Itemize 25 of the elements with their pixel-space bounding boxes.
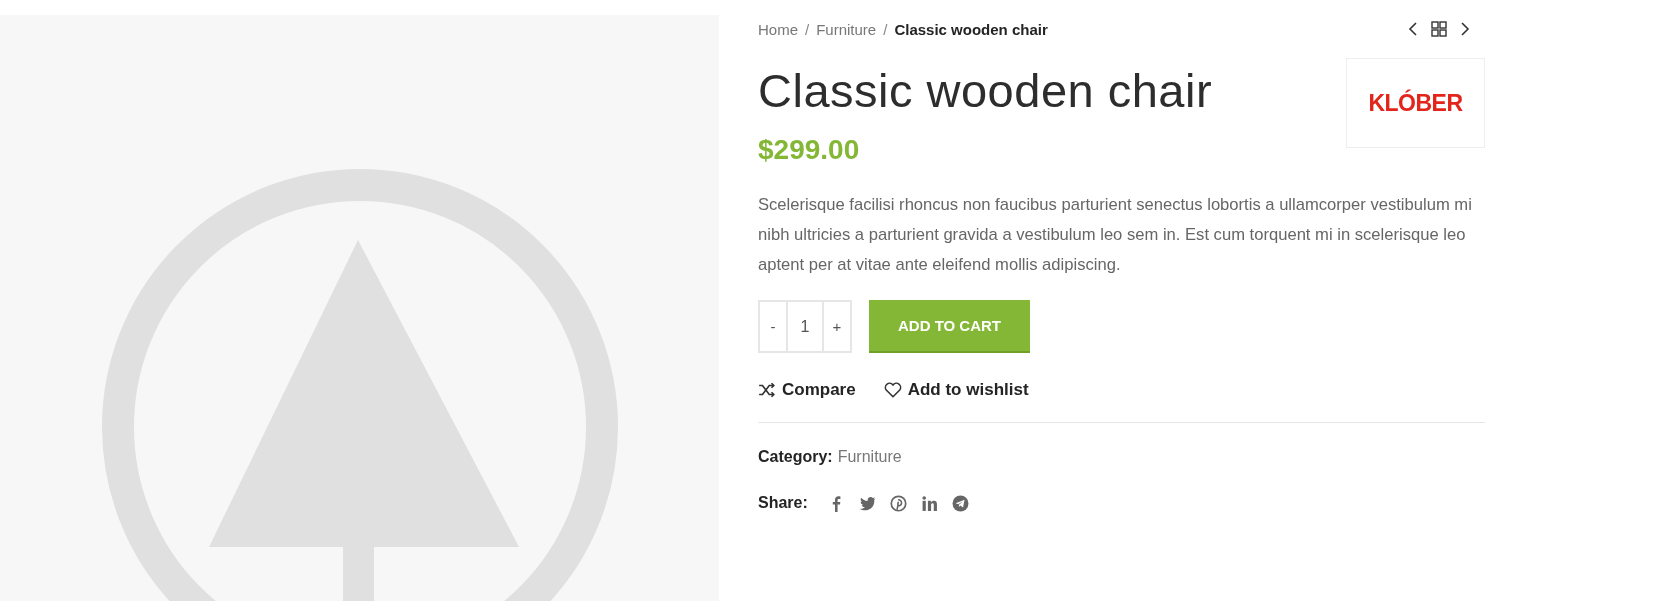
breadcrumb-separator: /: [883, 20, 888, 38]
breadcrumb-link[interactable]: Home: [758, 20, 798, 38]
wishlist-link[interactable]: Add to wishlist: [883, 380, 1029, 400]
grid-icon[interactable]: [1431, 21, 1447, 37]
decrease-button[interactable]: -: [758, 300, 788, 353]
brand-name: KLÓBER: [1368, 89, 1463, 117]
quantity-field[interactable]: 1: [788, 300, 822, 353]
category-link[interactable]: Furniture: [837, 448, 902, 466]
category-label: Category:: [758, 448, 833, 466]
shuffle-icon: [758, 381, 776, 399]
brand-logo[interactable]: KLÓBER: [1346, 58, 1485, 148]
telegram-icon[interactable]: [951, 494, 969, 512]
increase-button[interactable]: +: [822, 300, 852, 353]
share-label: Share:: [758, 494, 808, 512]
product-title: Classic wooden chair: [758, 63, 1213, 119]
breadcrumb-link[interactable]: Furniture: [816, 20, 877, 38]
heart-icon: [883, 381, 902, 399]
breadcrumb-separator: /: [805, 20, 810, 38]
compare-link[interactable]: Compare: [758, 380, 856, 400]
product-description: Scelerisque facilisi rhoncus non faucibus parturient senectus lobortis a ullamcorper vestibulum mi nibh ultricies a parturient gravida a vestibulum leo sem in. Est cum torquent mi in scelerisque leo aptent per at vitae ante eleifend mollis adipiscing.: [758, 194, 1473, 276]
pinterest-icon[interactable]: [889, 494, 907, 512]
product-price: $299.00: [758, 134, 861, 166]
twitter-icon[interactable]: [858, 494, 876, 512]
breadcrumb-current: Classic wooden chair: [894, 20, 1048, 38]
linkedin-icon[interactable]: [920, 494, 938, 512]
